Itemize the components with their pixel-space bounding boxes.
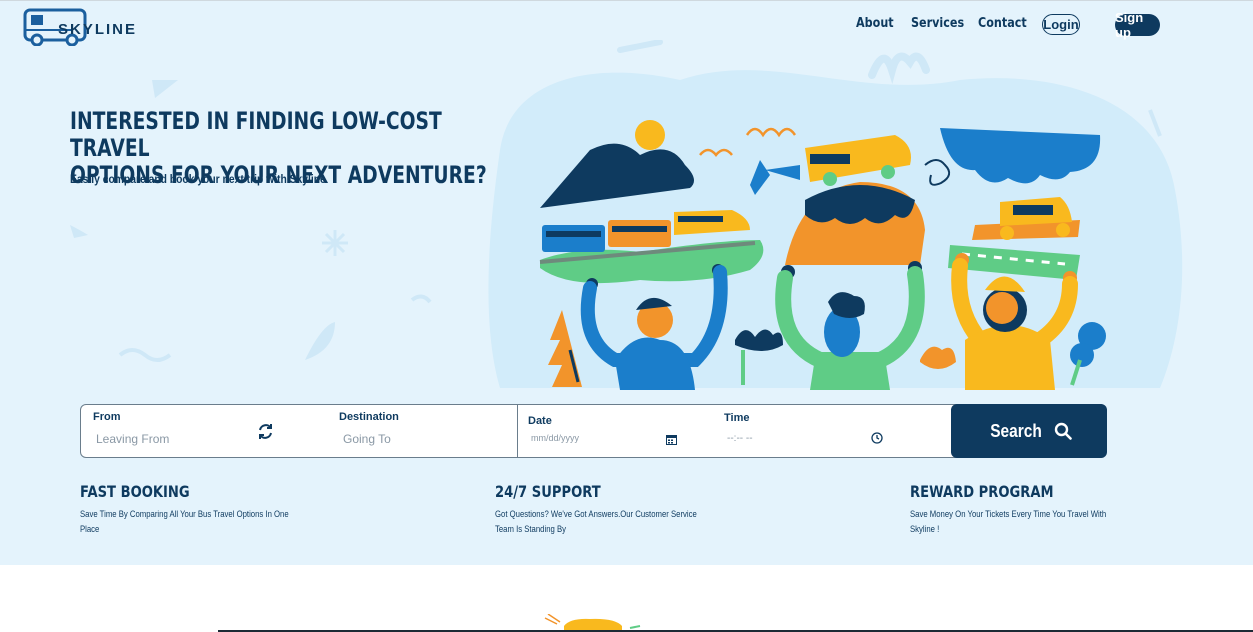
from-input[interactable] — [96, 432, 246, 446]
feature-description: Save Money On Your Tickets Every Time Yo… — [910, 509, 1107, 534]
clock-icon[interactable] — [871, 432, 883, 444]
search-divider — [517, 405, 518, 457]
feature-reward-program: REWARD PROGRAM Save Money On Your Ticket… — [910, 482, 1150, 537]
from-label: From — [93, 411, 121, 423]
search-button[interactable]: Search — [951, 404, 1107, 458]
hero-section: SKYLINE About Services Contact Login Sig… — [0, 0, 1253, 565]
time-input[interactable] — [727, 433, 827, 444]
top-nav: About Services Contact Login Sign up — [0, 10, 1253, 40]
swap-arrows-icon[interactable] — [257, 423, 274, 440]
date-input[interactable] — [531, 433, 651, 443]
feature-title: REWARD PROGRAM — [910, 482, 1054, 501]
top-border — [0, 0, 1253, 1]
nav-contact[interactable]: Contact — [978, 16, 1027, 31]
time-label: Time — [724, 412, 750, 424]
feature-support: 24/7 SUPPORT Got Questions? We've Got An… — [495, 482, 735, 537]
nav-about[interactable]: About — [856, 16, 894, 31]
search-icon — [1054, 422, 1072, 440]
nav-services[interactable]: Services — [911, 16, 964, 31]
feature-description: Save Time By Comparing All Your Bus Trav… — [80, 509, 289, 534]
feature-description: Got Questions? We've Got Answers.Our Cus… — [495, 509, 697, 534]
destination-input[interactable] — [343, 432, 493, 446]
decorative-shapes — [70, 80, 432, 362]
calendar-icon[interactable] — [666, 434, 677, 445]
trip-search-form: From Destination Date Time Search — [80, 404, 1107, 458]
feature-title: 24/7 SUPPORT — [495, 482, 601, 501]
search-button-label: Search — [990, 420, 1042, 441]
feature-title: FAST BOOKING — [80, 482, 190, 501]
signup-button[interactable]: Sign up — [1115, 10, 1160, 40]
date-label: Date — [528, 415, 552, 427]
hero-illustration — [488, 40, 1183, 390]
login-button[interactable]: Login — [1042, 14, 1080, 35]
destination-label: Destination — [339, 411, 399, 423]
feature-fast-booking: FAST BOOKING Save Time By Comparing All … — [80, 482, 320, 537]
